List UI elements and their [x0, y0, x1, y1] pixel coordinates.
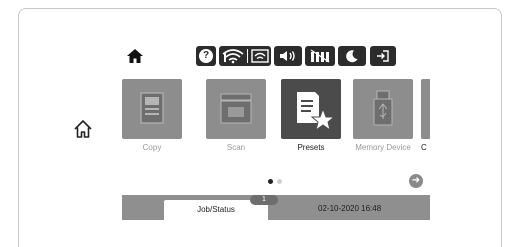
home-icon[interactable]: [126, 48, 144, 64]
app-carousel: Copy Scan Presets Memory Device C: [122, 79, 430, 165]
job-count-badge: 1: [250, 195, 278, 205]
home-outline-icon[interactable]: [73, 119, 93, 139]
usb-memory-icon: [353, 79, 413, 139]
app-label: Memory Device: [355, 143, 411, 152]
app-scan[interactable]: Scan: [202, 79, 270, 152]
page-dot: [277, 179, 282, 184]
network-icon-group[interactable]: [219, 46, 271, 66]
app-partial[interactable]: C: [421, 79, 430, 152]
app-label: Copy: [142, 143, 162, 152]
ink-icon[interactable]: [305, 46, 335, 66]
presets-star-icon: [281, 79, 341, 139]
date-time: 02-10-2020 16:48: [318, 204, 382, 213]
app-label: Scan: [226, 143, 246, 152]
help-icon[interactable]: ?: [196, 46, 216, 66]
divider: [246, 49, 248, 63]
bottom-bar: Job/Status 1 02-10-2020 16:48: [122, 195, 430, 220]
scan-icon: [206, 79, 266, 139]
wifi-icon: [222, 49, 243, 64]
app-label: C: [421, 143, 427, 152]
next-page-arrow-icon[interactable]: ➜: [409, 174, 423, 188]
partial-app-icon: [421, 79, 430, 139]
app-memory-device[interactable]: Memory Device: [349, 79, 417, 152]
status-bar: ?: [122, 42, 430, 70]
app-presets[interactable]: Presets: [277, 79, 345, 152]
touch-screen: ? Copy Scan Presets Memory Device C ➜ Jo…: [122, 42, 430, 220]
sleep-icon[interactable]: [338, 46, 366, 66]
app-copy[interactable]: Copy: [122, 79, 186, 152]
page-dot-active: [268, 179, 273, 184]
volume-icon[interactable]: [274, 46, 302, 66]
sign-in-icon[interactable]: [370, 46, 396, 66]
wifi-direct-icon: [250, 49, 269, 63]
help-glyph: ?: [199, 49, 213, 63]
copy-icon: [122, 79, 182, 139]
